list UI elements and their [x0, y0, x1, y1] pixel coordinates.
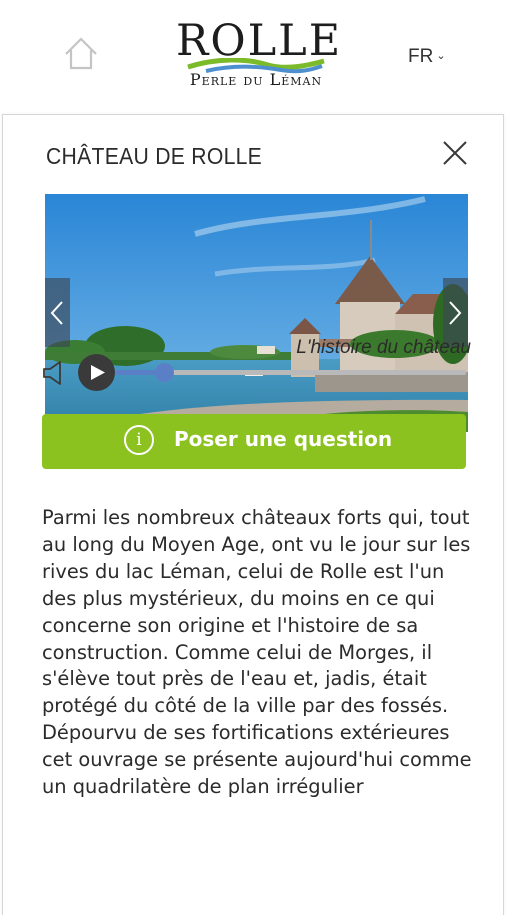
- ask-question-button[interactable]: i Poser une question: [42, 414, 466, 469]
- ask-question-label: Poser une question: [174, 427, 393, 451]
- app-header: ROLLE Perle du Léman FR ⌄: [0, 0, 507, 114]
- logo-title: ROLLE: [176, 16, 343, 66]
- audio-progress-handle[interactable]: [155, 363, 175, 382]
- home-icon: [65, 37, 97, 70]
- carousel-prev-button[interactable]: [45, 278, 70, 347]
- chevron-right-icon: [449, 301, 462, 325]
- home-button[interactable]: [62, 35, 100, 71]
- logo-subtitle: Perle du Léman: [189, 70, 323, 89]
- language-value: FR: [408, 46, 434, 67]
- chateau-photo: [45, 194, 468, 432]
- play-button[interactable]: [78, 354, 115, 391]
- language-selector[interactable]: FR ⌄: [408, 46, 446, 68]
- volume-icon: [43, 361, 61, 385]
- close-icon: [443, 141, 467, 165]
- play-icon: [91, 365, 105, 380]
- panel-title: CHÂTEAU DE ROLLE: [46, 143, 263, 169]
- volume-button[interactable]: [42, 360, 66, 386]
- audio-player: [42, 354, 466, 394]
- poi-description: Parmi les nombreux châteaux forts qui, t…: [42, 506, 472, 799]
- info-icon: i: [124, 425, 154, 455]
- audio-progress-slider[interactable]: [115, 363, 466, 382]
- chevron-left-icon: [50, 301, 63, 325]
- chevron-down-icon: ⌄: [436, 50, 446, 62]
- logo[interactable]: ROLLE Perle du Léman: [176, 16, 343, 98]
- close-button[interactable]: [441, 139, 469, 167]
- photo-carousel[interactable]: [45, 194, 468, 432]
